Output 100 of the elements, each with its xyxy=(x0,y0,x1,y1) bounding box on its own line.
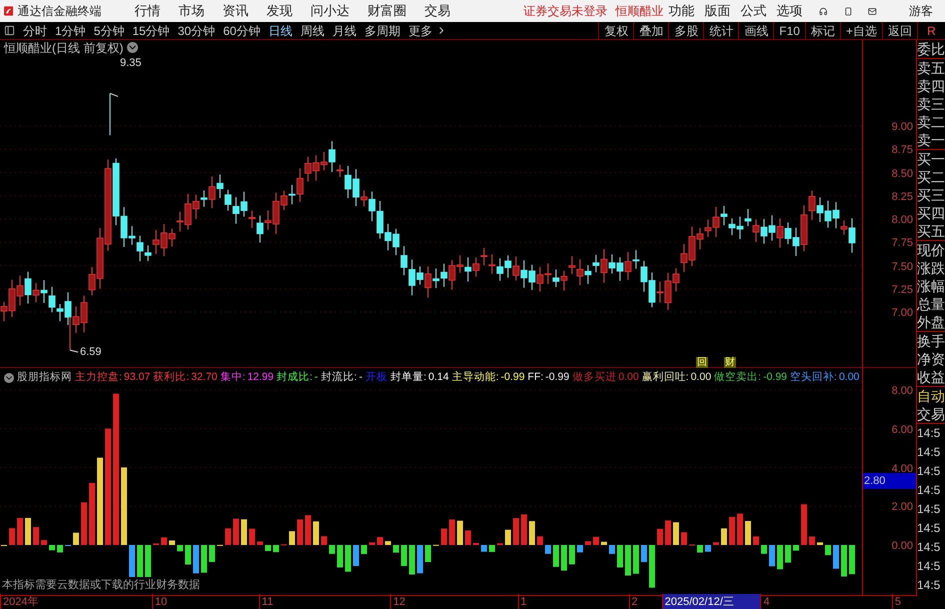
toolbar-button[interactable]: 多股 xyxy=(668,22,704,40)
event-marker[interactable]: 财 xyxy=(724,357,736,368)
indicator-value: -0.99 xyxy=(545,370,570,386)
chart-title: 恒顺醋业(日线 前复权) xyxy=(4,40,124,56)
app-name: 通达信金融终端 xyxy=(17,3,102,20)
indicator-label: 集中: xyxy=(220,370,246,386)
quote-field-label: 涨幅 xyxy=(917,277,945,295)
date-label: 4 xyxy=(760,594,892,609)
period-tab[interactable]: 1分钟 xyxy=(51,22,90,40)
trade-time: 14:5 xyxy=(917,444,942,461)
indicator-tick: 0.00 xyxy=(892,539,913,554)
trade-time: 14:5 xyxy=(917,577,942,594)
date-label: 10 xyxy=(152,594,259,609)
indicator-value: 12.99 xyxy=(247,370,274,386)
indicator-label: 获利比: xyxy=(153,370,190,386)
tool-menu-item[interactable]: 功能 xyxy=(663,1,700,21)
leader-line xyxy=(70,350,78,353)
price-tick: 7.75 xyxy=(892,236,913,252)
quote-field-label: 卖四 xyxy=(917,77,945,95)
toolbar-button[interactable]: +自选 xyxy=(840,22,882,40)
date-label: 11 xyxy=(258,594,390,609)
price-tick: 9.00 xyxy=(892,120,913,135)
quote-field-label: 买二 xyxy=(917,168,945,186)
quote-field-label: 买三 xyxy=(917,186,945,204)
period-tab[interactable]: 周线 xyxy=(296,22,328,40)
tool-menu-item[interactable]: 选项 xyxy=(771,1,808,21)
quote-field-label: 买五 xyxy=(917,222,945,240)
trade-label: 交易 xyxy=(917,405,945,424)
indicator-value: 93.07 xyxy=(124,370,150,386)
indicator-label: 主力控盘: xyxy=(75,370,122,386)
period-tab[interactable]: 30分钟 xyxy=(174,22,220,40)
quote-field-label: 委比 xyxy=(917,40,945,58)
tool-menu-item[interactable]: 版面 xyxy=(699,1,736,21)
quote-field-label: 买一 xyxy=(917,150,945,168)
menu-item[interactable]: 资讯 xyxy=(213,1,258,21)
chevron-icon[interactable] xyxy=(4,373,14,383)
indicator-value: -0.99 xyxy=(500,370,525,386)
tool-menu-item[interactable]: 公式 xyxy=(735,1,772,21)
date-label: 1 xyxy=(518,594,629,609)
date-label: 2024年 xyxy=(0,594,152,609)
price-tick: 8.50 xyxy=(892,166,913,182)
menu-item[interactable]: 交易 xyxy=(415,1,460,21)
price-tick: 7.50 xyxy=(892,260,913,274)
period-tab[interactable]: 5分钟 xyxy=(90,22,128,40)
indicator-tick: 8.00 xyxy=(892,384,913,399)
period-tab[interactable]: 日线 xyxy=(264,22,296,40)
toolbar-button[interactable]: 叠加 xyxy=(633,22,668,40)
indicator-label: 做多买进 xyxy=(572,370,616,386)
price-tick: 7.25 xyxy=(892,282,913,298)
login-status: 证券交易未登录 xyxy=(523,3,608,20)
trade-time: 14:5 xyxy=(917,463,942,480)
trade-time: 14:5 xyxy=(917,520,942,537)
more-button[interactable]: 更多 xyxy=(404,22,436,40)
indicator-label: 开板 xyxy=(365,370,388,386)
user-button[interactable]: 游客 xyxy=(908,2,933,20)
event-marker[interactable]: 回 xyxy=(696,357,708,368)
menu-item[interactable]: 发现 xyxy=(257,1,302,21)
indicator-name: 股朋指标网 xyxy=(17,370,72,386)
panel-toggle-icon[interactable] xyxy=(4,25,15,36)
quote-field-label: 涨跌 xyxy=(917,259,945,277)
quote-field-label: 卖一 xyxy=(917,131,945,149)
indicator-value: -0.99 xyxy=(763,370,788,386)
current-value-label: 2.80 xyxy=(863,473,916,489)
price-tick: 8.00 xyxy=(892,213,913,228)
toolbar-button[interactable]: F10 xyxy=(773,22,805,40)
toolbar-button[interactable]: 复权 xyxy=(598,22,634,40)
period-tab[interactable]: 15分钟 xyxy=(128,22,174,40)
phone-icon[interactable] xyxy=(844,4,852,18)
indicator-label: 主导动能: xyxy=(452,370,499,386)
high-price-label: 9.35 xyxy=(120,56,142,71)
leader-line xyxy=(110,92,118,97)
indicator-note: 本指标需要云数据或下载的行业财务数据 xyxy=(2,576,200,593)
period-tab[interactable]: 月线 xyxy=(328,22,360,40)
indicator-tick: 6.00 xyxy=(892,422,913,438)
indicator-label: 赢利回吐: xyxy=(642,370,689,386)
toolbar-button[interactable]: 画线 xyxy=(738,22,774,40)
price-tick: 8.75 xyxy=(892,143,913,158)
quote-field-label: 现价 xyxy=(917,241,945,259)
toolbar-button[interactable]: 统计 xyxy=(703,22,738,40)
chevron-icon[interactable] xyxy=(127,42,138,53)
toolbar-button[interactable]: 标记 xyxy=(804,22,840,40)
indicator-tick: 2.00 xyxy=(892,500,913,516)
indicator-label: 做空卖出: xyxy=(714,370,762,386)
logo-icon xyxy=(4,4,14,18)
toolbar-button[interactable]: 返回 xyxy=(882,22,917,40)
price-tick: 8.25 xyxy=(892,190,913,205)
trade-time: 14:5 xyxy=(917,425,942,442)
menu-item[interactable]: 财富圈 xyxy=(358,1,416,21)
price-tick: 7.00 xyxy=(892,306,913,321)
quote-field-label: 收益 xyxy=(917,368,945,386)
indicator-label: FF: xyxy=(528,370,544,386)
auto-mode-label[interactable]: 自动 xyxy=(917,387,945,405)
period-tab[interactable]: 分时 xyxy=(19,22,51,40)
period-tab[interactable]: 多周期 xyxy=(360,22,404,40)
menu-item[interactable]: 问小达 xyxy=(301,1,358,21)
period-tab[interactable]: 60分钟 xyxy=(219,22,264,40)
indicator-value: 0.00 xyxy=(690,370,712,386)
quote-field-label: 换手 xyxy=(917,332,945,350)
menu-item[interactable]: 行情 xyxy=(125,1,170,21)
menu-item[interactable]: 市场 xyxy=(169,1,214,21)
